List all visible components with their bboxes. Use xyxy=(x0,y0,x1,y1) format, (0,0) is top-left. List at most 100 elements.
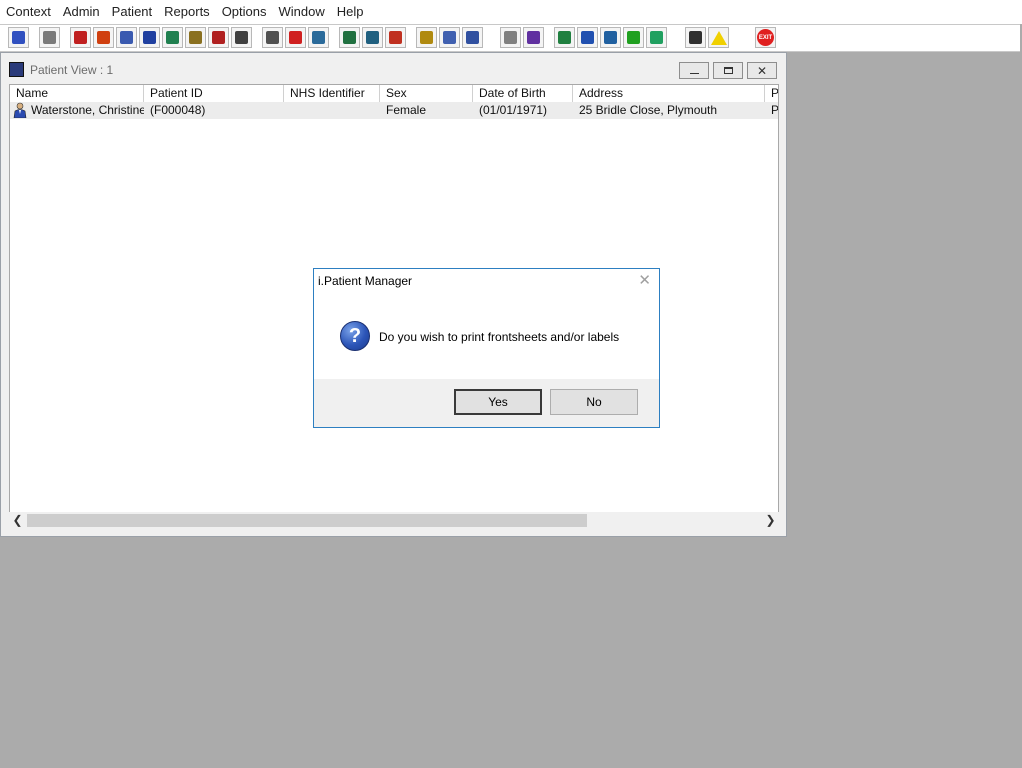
checklist-icon xyxy=(581,31,594,44)
menu-admin[interactable]: Admin xyxy=(57,0,106,24)
globe-icon xyxy=(558,31,571,44)
column-header-address[interactable]: Address xyxy=(573,85,765,102)
patient-window-icon xyxy=(9,62,24,77)
notepad-icon xyxy=(420,31,433,44)
toolbar-button-sync[interactable] xyxy=(646,27,667,48)
image-icon xyxy=(120,31,133,44)
toolbar-button-note[interactable] xyxy=(185,27,206,48)
camera-icon xyxy=(235,31,248,44)
toolbar-button-people[interactable] xyxy=(462,27,483,48)
toolbar-button-gauge[interactable] xyxy=(385,27,406,48)
minimize-button[interactable] xyxy=(679,62,709,79)
warning-icon xyxy=(710,30,727,45)
toolbar-button-checklist[interactable] xyxy=(577,27,598,48)
toolbar-button-camera[interactable] xyxy=(231,27,252,48)
column-header-patient-id[interactable]: Patient ID xyxy=(144,85,284,102)
cell-nhs-identifier xyxy=(284,102,380,119)
window-titlebar[interactable]: Patient View : 1 ✕ xyxy=(1,53,786,85)
toolbar-button-swap[interactable] xyxy=(685,27,706,48)
window-title: Patient View : 1 xyxy=(30,63,114,77)
gauge-icon xyxy=(389,31,402,44)
bar-chart-icon xyxy=(527,31,540,44)
maximize-button[interactable] xyxy=(713,62,743,79)
toolbar-button-clock[interactable] xyxy=(285,27,306,48)
toolbar-button-edit[interactable] xyxy=(93,27,114,48)
toolbar-button-bar-chart[interactable] xyxy=(523,27,544,48)
no-button[interactable]: No xyxy=(550,389,638,415)
table-row[interactable]: Waterstone, Christine... (F000048) Femal… xyxy=(10,102,779,119)
menu-bar: Context Admin Patient Reports Options Wi… xyxy=(0,0,1022,24)
toolbar-button-exit[interactable]: EXIT xyxy=(755,27,776,48)
toolbar-button-chart[interactable] xyxy=(339,27,360,48)
toolbar-button-approve[interactable] xyxy=(600,27,621,48)
menu-options[interactable]: Options xyxy=(216,0,273,24)
toolbar-button-person[interactable] xyxy=(162,27,183,48)
menu-help[interactable]: Help xyxy=(331,0,370,24)
maximize-icon xyxy=(723,67,733,74)
toolbar-button-patient[interactable] xyxy=(8,27,29,48)
column-header-date-of-birth[interactable]: Date of Birth xyxy=(473,85,573,102)
download-icon xyxy=(627,31,640,44)
dialog-footer: Yes No xyxy=(314,379,659,427)
monitor-icon xyxy=(312,31,325,44)
menu-patient[interactable]: Patient xyxy=(106,0,158,24)
menu-context[interactable]: Context xyxy=(0,0,57,24)
dialog-title: i.Patient Manager xyxy=(318,274,413,288)
cell-name: Waterstone, Christine... xyxy=(31,103,144,117)
clock-icon xyxy=(289,31,302,44)
list-header: Name Patient ID NHS Identifier Sex Date … xyxy=(10,85,778,103)
cell-extra: Pl xyxy=(771,103,779,117)
sync-icon xyxy=(650,31,663,44)
close-icon: ✕ xyxy=(756,63,768,78)
letter-m-icon xyxy=(143,31,156,44)
close-button[interactable]: ✕ xyxy=(747,62,777,79)
dialog-body: ? Do you wish to print frontsheets and/o… xyxy=(314,293,659,379)
toolbar-button-message[interactable] xyxy=(362,27,383,48)
column-header-nhs-identifier[interactable]: NHS Identifier xyxy=(284,85,380,102)
toolbar-button-letter-m[interactable] xyxy=(139,27,160,48)
menu-reports[interactable]: Reports xyxy=(158,0,216,24)
question-icon: ? xyxy=(340,321,370,351)
print-confirmation-dialog: i.Patient Manager ✕ ? Do you wish to pri… xyxy=(313,268,660,428)
cell-patient-id: (F000048) xyxy=(150,103,206,117)
toolbar-button-printer[interactable] xyxy=(39,27,60,48)
cell-address: 25 Bridle Close, Plymouth xyxy=(579,103,718,117)
toolbar-button-document[interactable] xyxy=(500,27,521,48)
dialog-close-icon[interactable]: ✕ xyxy=(638,272,651,290)
scroll-right-arrow-icon[interactable]: ❯ xyxy=(762,512,779,529)
minimize-icon xyxy=(689,71,699,74)
book-icon xyxy=(74,31,87,44)
document-icon xyxy=(504,31,517,44)
toolbar-button-flag[interactable] xyxy=(208,27,229,48)
message-icon xyxy=(366,31,379,44)
toolbar-button-magnify[interactable] xyxy=(262,27,283,48)
cell-sex: Female xyxy=(386,103,427,117)
horizontal-scrollbar[interactable]: ❮ ❯ xyxy=(9,512,779,529)
chart-icon xyxy=(343,31,356,44)
toolbar-button-book[interactable] xyxy=(70,27,91,48)
approve-icon xyxy=(604,31,617,44)
column-header-extra[interactable]: P xyxy=(765,85,778,102)
patient-icon xyxy=(12,31,25,44)
toolbar: EXIT xyxy=(0,24,1020,52)
yes-button[interactable]: Yes xyxy=(454,389,542,415)
toolbar-button-monitor[interactable] xyxy=(308,27,329,48)
people-icon xyxy=(466,31,479,44)
toolbar-button-notepad[interactable] xyxy=(416,27,437,48)
toolbar-button-warning[interactable] xyxy=(708,27,729,48)
toolbar-button-globe[interactable] xyxy=(554,27,575,48)
exit-icon: EXIT xyxy=(757,29,774,46)
note-icon xyxy=(189,31,202,44)
dialog-message: Do you wish to print frontsheets and/or … xyxy=(379,330,620,344)
scroll-thumb[interactable] xyxy=(27,514,587,527)
toolbar-button-download[interactable] xyxy=(623,27,644,48)
toolbar-button-image[interactable] xyxy=(116,27,137,48)
edit-icon xyxy=(97,31,110,44)
transfer-icon xyxy=(443,31,456,44)
menu-window[interactable]: Window xyxy=(273,0,331,24)
scroll-left-arrow-icon[interactable]: ❮ xyxy=(9,512,26,529)
toolbar-button-transfer[interactable] xyxy=(439,27,460,48)
column-header-name[interactable]: Name xyxy=(10,85,144,102)
swap-icon xyxy=(689,31,702,44)
column-header-sex[interactable]: Sex xyxy=(380,85,473,102)
